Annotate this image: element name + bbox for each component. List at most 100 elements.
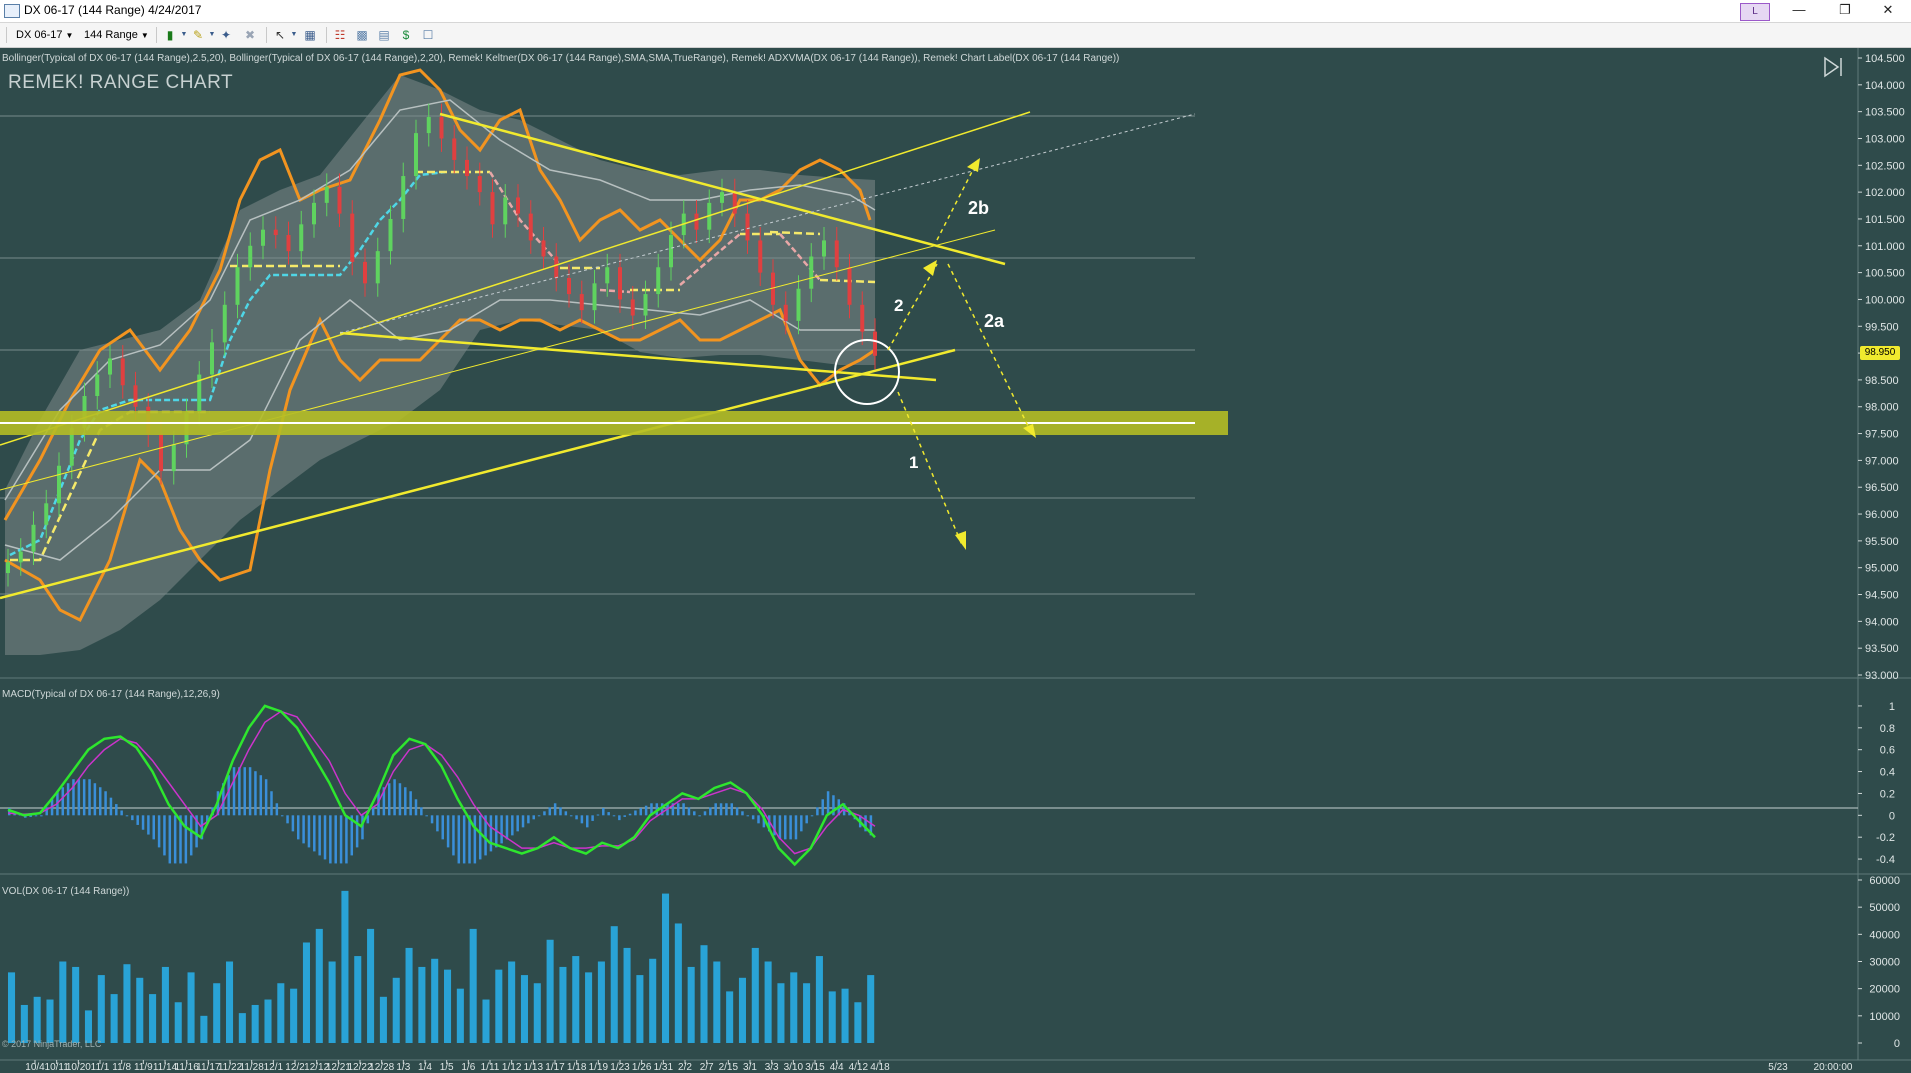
candle-body [656, 267, 661, 295]
macd-histogram-bar [612, 815, 616, 817]
price-tick-label: 99.500 [1865, 321, 1899, 333]
macd-histogram-bar [125, 815, 129, 817]
candle-body [745, 213, 750, 241]
data-box-icon[interactable]: ▦ [302, 27, 318, 43]
time-tick-label: 3/3 [765, 1062, 779, 1073]
time-tick-label: 4/18 [870, 1062, 890, 1073]
candle-body [516, 197, 520, 214]
macd-histogram-bar [243, 767, 246, 816]
arrow-2a[interactable] [947, 263, 1033, 435]
instrument-label: DX 06-17 [16, 29, 63, 41]
macd-histogram-bar [521, 815, 525, 828]
macd-histogram-bar [676, 803, 680, 816]
chart-canvas[interactable]: 104.500 104.000 103.500 103.000 102.500 102.0… [0, 48, 1911, 1073]
macd-histogram-bar [800, 815, 803, 832]
macd-histogram-bar [693, 811, 696, 816]
volume-bar [495, 969, 503, 1043]
candle-body [465, 159, 469, 177]
copyright-text: © 2017 NinjaTrader, LLC [2, 1039, 102, 1049]
price-panel-indicators: Bollinger(Typical of DX 06-17 (144 Range… [2, 53, 1120, 64]
time-tick-label: 2/7 [700, 1062, 714, 1073]
eraser-icon[interactable]: ✖ [242, 27, 258, 43]
indicators-icon[interactable]: ☷ [332, 27, 348, 43]
price-tick-label: 100.000 [1865, 294, 1905, 306]
strategies-icon[interactable]: ▩ [354, 27, 370, 43]
macd-histogram-bar [313, 815, 316, 852]
candle-body [248, 245, 253, 268]
macd-histogram-bar [709, 807, 712, 816]
volume-bar [251, 1004, 259, 1043]
candle-body [605, 267, 610, 284]
templates-icon[interactable]: ▤ [376, 27, 392, 43]
current-price-tag: 98.950 [1860, 346, 1900, 360]
candle-body [273, 229, 278, 236]
candle-body [567, 277, 571, 295]
chart-toolbar: DX 06-17 ▼ 144 Range ▼ ▮ ▼ ✎ ▼ ✦ ✖ ↖ ▼ ▦… [0, 23, 1911, 48]
link-button[interactable]: L [1740, 0, 1770, 22]
time-tick-label: 1/17 [545, 1062, 565, 1073]
close-icon[interactable]: ✕ [1865, 0, 1911, 22]
minimize-icon[interactable]: — [1776, 0, 1822, 22]
volume-bar [213, 983, 221, 1043]
macd-histogram-bar [131, 815, 134, 821]
time-tick-label: 1/18 [567, 1062, 587, 1073]
price-tick-label: 96.000 [1865, 509, 1899, 521]
candle-body [452, 138, 457, 160]
restore-icon[interactable]: ❐ [1822, 0, 1868, 22]
volume-tick-label: 30000 [1869, 957, 1900, 969]
volume-bar [841, 988, 849, 1043]
volume-bar [597, 961, 605, 1043]
interval-selector[interactable]: 144 Range ▼ [84, 26, 149, 44]
candle-body [57, 465, 61, 504]
volume-axis: 60000 50000 40000 30000 20000 10000 0 [1858, 875, 1900, 1050]
arrowhead-2b [967, 158, 980, 172]
macd-histogram-bar [339, 815, 343, 864]
price-tick-label: 104.500 [1865, 53, 1905, 65]
time-tick-label: 1/23 [610, 1062, 630, 1073]
instrument-selector[interactable]: DX 06-17 ▼ [16, 26, 73, 44]
chevron-down-icon: ▼ [65, 31, 74, 40]
candle-body [363, 261, 367, 284]
candle-body [222, 304, 227, 343]
properties-icon[interactable]: ☐ [420, 27, 436, 43]
price-tick-label: 101.500 [1865, 214, 1905, 226]
time-tick-label: 3/15 [805, 1062, 825, 1073]
scroll-to-end-icon[interactable] [1824, 56, 1842, 78]
toolbar-separator [326, 27, 327, 43]
macd-tick-label: 1 [1889, 701, 1895, 713]
volume-bar [277, 983, 285, 1043]
macd-panel-label: MACD(Typical of DX 06-17 (144 Range),12,… [2, 689, 220, 700]
candle-body [375, 251, 380, 284]
volume-bar [508, 961, 516, 1043]
volume-bar [674, 923, 682, 1043]
time-tick-label: 20:00:00 [1814, 1062, 1853, 1073]
dollar-icon[interactable]: $ [398, 27, 414, 43]
candle-body [579, 294, 584, 311]
volume-bar [315, 928, 323, 1043]
macd-histogram-bar [564, 811, 568, 816]
volume-tick-label: 0 [1894, 1038, 1900, 1050]
magic-wand-icon[interactable]: ✦ [218, 27, 234, 43]
volume-bar [533, 983, 541, 1043]
macd-histogram-bar [543, 811, 546, 816]
volume-bar [302, 942, 310, 1043]
macd-histogram-bar [778, 815, 782, 840]
volume-bar [392, 977, 400, 1043]
macd-histogram-bar [816, 807, 819, 816]
macd-histogram-bar [254, 771, 257, 816]
volume-tick-label: 10000 [1869, 1011, 1900, 1023]
volume-bar [405, 947, 413, 1043]
time-tick-label: 2/15 [719, 1062, 739, 1073]
volume-bar [444, 969, 452, 1043]
candle-body [439, 117, 444, 139]
chevron-down-icon[interactable]: ▼ [286, 27, 302, 43]
macd-histogram-bar [489, 815, 493, 852]
macd-histogram-bar [334, 815, 337, 864]
chart-area[interactable]: 104.500 104.000 103.500 103.000 102.500 102.0… [0, 48, 1911, 1073]
macd-histogram-bar [270, 791, 273, 816]
volume-tick-label: 40000 [1869, 929, 1900, 941]
macd-histogram-bar [168, 815, 172, 864]
macd-tick-label: -0.2 [1876, 832, 1895, 844]
candle-body [426, 117, 431, 134]
candle-body [299, 224, 304, 252]
